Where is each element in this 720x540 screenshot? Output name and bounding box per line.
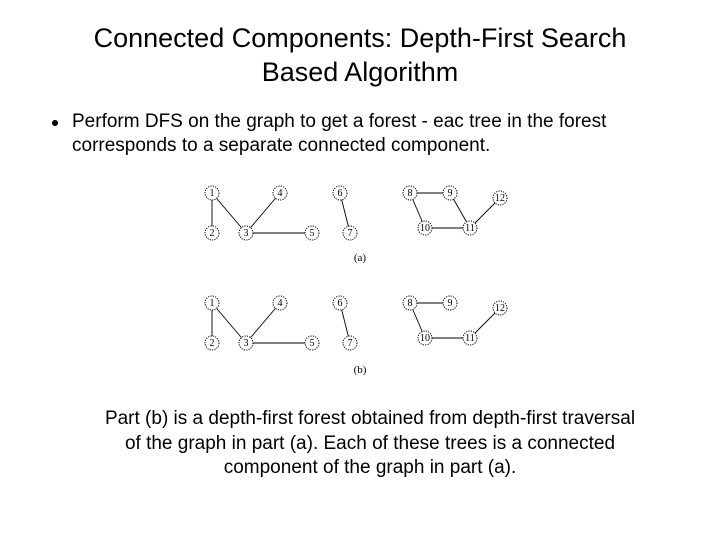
node-b2: 2 bbox=[205, 336, 219, 350]
figure: 1 2 3 4 5 6 7 bbox=[34, 173, 686, 393]
node-4: 4 bbox=[273, 186, 287, 200]
graph-figure: 1 2 3 4 5 6 7 bbox=[180, 173, 540, 393]
bullet-row: Perform DFS on the graph to get a forest… bbox=[46, 110, 674, 159]
label-a: (a) bbox=[354, 252, 367, 264]
node-10: 10 bbox=[418, 221, 432, 235]
node-b10-label: 10 bbox=[420, 333, 430, 344]
node-11: 11 bbox=[463, 221, 477, 235]
node-b5: 5 bbox=[305, 336, 319, 350]
node-b12-label: 12 bbox=[495, 303, 505, 314]
edges-a1 bbox=[212, 193, 312, 233]
node-b10: 10 bbox=[418, 331, 432, 345]
nodes-a1: 1 2 3 4 5 bbox=[205, 186, 319, 240]
node-7: 7 bbox=[343, 226, 357, 240]
caption: Part (b) is a depth-first forest obtaine… bbox=[104, 407, 636, 481]
node-9-label: 9 bbox=[448, 188, 453, 199]
node-8-label: 8 bbox=[408, 188, 413, 199]
node-7-label: 7 bbox=[348, 228, 353, 239]
label-b: (b) bbox=[354, 364, 367, 376]
bullet-text: Perform DFS on the graph to get a forest… bbox=[72, 110, 674, 159]
node-6: 6 bbox=[333, 186, 347, 200]
node-b8: 8 bbox=[403, 296, 417, 310]
node-b3-label: 3 bbox=[244, 338, 249, 349]
node-b8-label: 8 bbox=[408, 298, 413, 309]
node-b1: 1 bbox=[205, 296, 219, 310]
node-b9: 9 bbox=[443, 296, 457, 310]
node-1-label: 1 bbox=[210, 188, 215, 199]
node-2-label: 2 bbox=[210, 228, 215, 239]
node-4-label: 4 bbox=[278, 188, 283, 199]
node-b4-label: 4 bbox=[278, 298, 283, 309]
node-b1-label: 1 bbox=[210, 298, 215, 309]
page-title: Connected Components: Depth-First Search… bbox=[62, 22, 658, 90]
node-b11: 11 bbox=[463, 331, 477, 345]
node-10-label: 10 bbox=[420, 223, 430, 234]
node-b4: 4 bbox=[273, 296, 287, 310]
bullet-dot-icon bbox=[52, 120, 58, 126]
node-5-label: 5 bbox=[310, 228, 315, 239]
node-9: 9 bbox=[443, 186, 457, 200]
node-3: 3 bbox=[239, 226, 253, 240]
nodes-b1: 1 2 3 4 5 bbox=[205, 296, 319, 350]
slide: Connected Components: Depth-First Search… bbox=[0, 0, 720, 540]
node-b7: 7 bbox=[343, 336, 357, 350]
part-a: 1 2 3 4 5 6 7 bbox=[205, 186, 507, 264]
node-b7-label: 7 bbox=[348, 338, 353, 349]
node-6-label: 6 bbox=[338, 188, 343, 199]
node-b2-label: 2 bbox=[210, 338, 215, 349]
node-b12: 12 bbox=[493, 301, 507, 315]
node-8: 8 bbox=[403, 186, 417, 200]
node-5: 5 bbox=[305, 226, 319, 240]
edges-b1 bbox=[212, 303, 312, 343]
node-2: 2 bbox=[205, 226, 219, 240]
node-b3: 3 bbox=[239, 336, 253, 350]
part-b: 1 2 3 4 5 6 7 bbox=[205, 296, 507, 376]
node-3-label: 3 bbox=[244, 228, 249, 239]
node-12: 12 bbox=[493, 191, 507, 205]
node-1: 1 bbox=[205, 186, 219, 200]
node-b6: 6 bbox=[333, 296, 347, 310]
node-b5-label: 5 bbox=[310, 338, 315, 349]
node-11-label: 11 bbox=[465, 223, 475, 234]
node-b6-label: 6 bbox=[338, 298, 343, 309]
node-b9-label: 9 bbox=[448, 298, 453, 309]
node-12-label: 12 bbox=[495, 193, 505, 204]
node-b11-label: 11 bbox=[465, 333, 475, 344]
